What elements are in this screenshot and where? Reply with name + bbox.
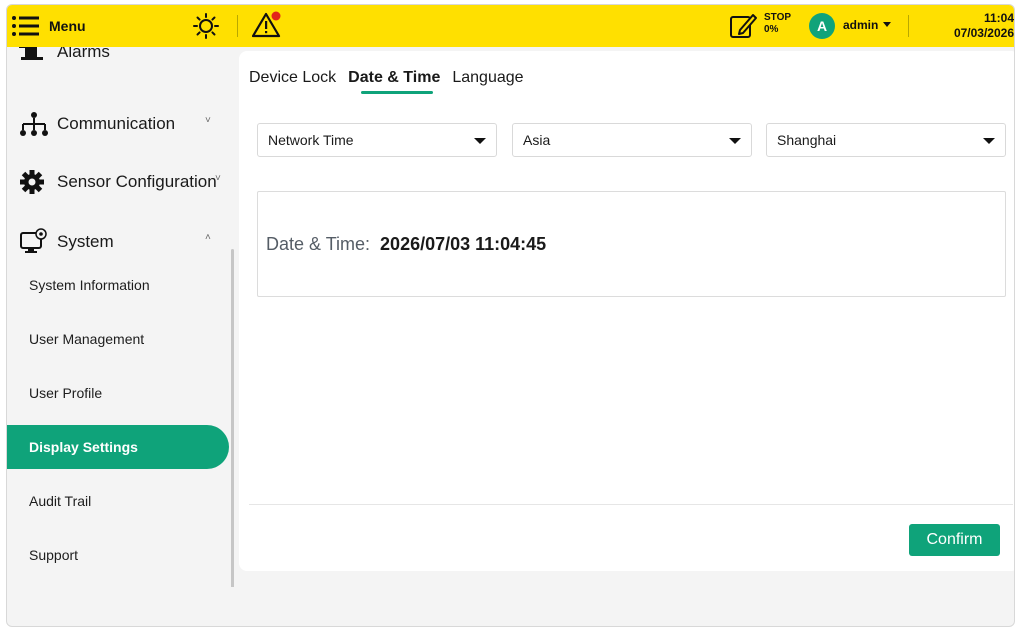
- tab-date-time[interactable]: Date & Time: [348, 69, 440, 94]
- confirm-button[interactable]: Confirm: [909, 524, 1000, 556]
- tab-device-lock[interactable]: Device Lock: [249, 69, 336, 87]
- sidebar-group-label: Communication: [57, 114, 176, 133]
- tab-language[interactable]: Language: [452, 69, 523, 87]
- alarm-icon: [19, 47, 43, 60]
- settings-panel: Device Lock Date & Time Language Network…: [239, 51, 1014, 571]
- sidebar-item-alarms[interactable]: Alarms: [19, 47, 110, 63]
- sun-icon[interactable]: [193, 13, 219, 39]
- sidebar-group-system[interactable]: System ˄: [19, 228, 211, 256]
- clock: 11:04 07/03/2026: [954, 11, 1014, 41]
- edit-note-icon: [730, 14, 757, 38]
- gear-icon: [20, 170, 44, 194]
- menu-label: Menu: [49, 18, 86, 34]
- datetime-display: Date & Time: 2026/07/03 11:04:45: [257, 191, 1006, 297]
- select-value: Network Time: [268, 132, 354, 148]
- chevron-up-icon: ˄: [205, 232, 211, 243]
- sidebar-item-display-settings[interactable]: Display Settings: [7, 425, 229, 469]
- sidebar-item-label: Alarms: [57, 47, 110, 61]
- avatar[interactable]: A: [809, 13, 835, 39]
- sidebar-group-label: System: [57, 232, 114, 251]
- caret-down-icon: [474, 138, 486, 144]
- stop-label: STOP: [764, 12, 792, 23]
- chevron-down-icon: ˅: [215, 173, 221, 184]
- sidebar-item-audit-trail[interactable]: Audit Trail: [7, 479, 229, 523]
- clock-time: 11:04: [983, 11, 1014, 25]
- warning-triangle-icon[interactable]: [252, 11, 282, 39]
- caret-down-icon: [983, 138, 995, 144]
- tab-bar: Device Lock Date & Time Language: [249, 69, 524, 94]
- sidebar-group-communication[interactable]: Communication ˅: [19, 111, 211, 137]
- topbar-divider: [908, 15, 909, 37]
- network-icon: [20, 112, 48, 136]
- app-window: Menu STOP 0% A admin 11:04 07/03/2026 Al…: [6, 4, 1015, 627]
- sidebar: Alarms Communication ˅ Sensor Configurat…: [7, 47, 237, 587]
- sidebar-group-sensor-configuration[interactable]: Sensor Configuration ˅: [19, 169, 221, 195]
- datetime-label: Date & Time:: [266, 233, 371, 254]
- region-select[interactable]: Asia: [512, 123, 752, 157]
- sidebar-item-support[interactable]: Support: [7, 533, 229, 577]
- chevron-down-icon: ˅: [205, 115, 211, 126]
- menu-button[interactable]: Menu: [11, 14, 86, 38]
- divider: [249, 504, 1013, 505]
- sidebar-item-system-information[interactable]: System Information: [7, 263, 229, 307]
- caret-down-icon: [729, 138, 741, 144]
- select-value: Asia: [523, 132, 551, 148]
- sidebar-item-user-profile[interactable]: User Profile: [7, 371, 229, 415]
- sidebar-group-label: Sensor Configuration: [57, 172, 217, 191]
- stop-status[interactable]: STOP 0%: [728, 10, 798, 42]
- clock-date: 07/03/2026: [953, 26, 1014, 40]
- caret-down-icon[interactable]: [883, 22, 891, 27]
- stop-text: STOP 0%: [764, 12, 791, 36]
- hamburger-icon: [12, 16, 39, 36]
- user-name[interactable]: admin: [843, 18, 878, 32]
- sidebar-item-user-management[interactable]: User Management: [7, 317, 229, 361]
- top-bar: Menu STOP 0% A admin 11:04 07/03/2026: [7, 5, 1014, 47]
- datetime-value: 2026/07/03 11:04:45: [380, 233, 547, 254]
- time-source-select[interactable]: Network Time: [257, 123, 497, 157]
- monitor-settings-icon: [20, 228, 47, 253]
- stop-progress: 0%: [764, 24, 779, 35]
- sidebar-scrollbar[interactable]: [231, 249, 234, 587]
- city-select[interactable]: Shanghai: [766, 123, 1006, 157]
- select-value: Shanghai: [777, 132, 837, 148]
- topbar-divider: [237, 15, 238, 37]
